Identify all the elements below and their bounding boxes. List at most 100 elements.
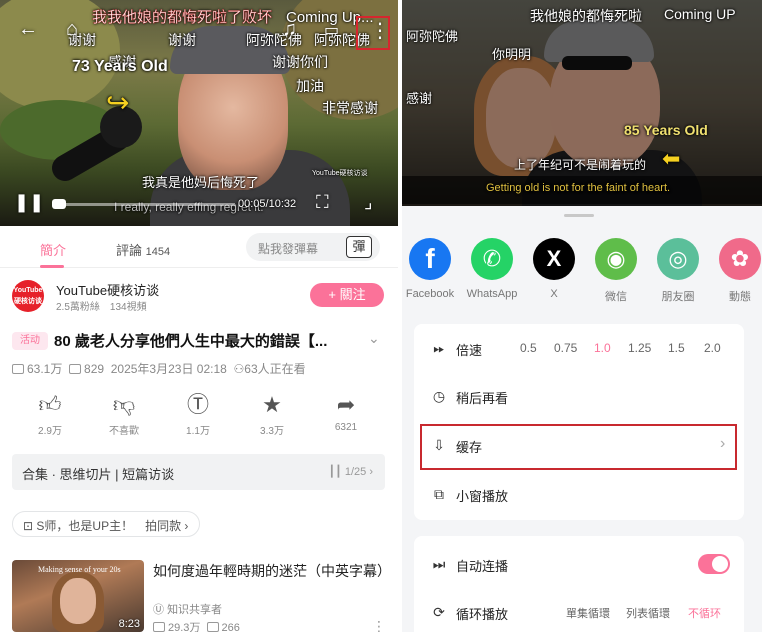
uploader-name[interactable]: YouTube硬核访谈 (56, 280, 159, 299)
collection-bar[interactable]: 合集 · 思维切片 | 短篇访谈 ┃┃ 1/25 › (12, 454, 385, 490)
share-label: 朋友圈 (661, 291, 695, 303)
speed-option[interactable]: 1.25 (628, 341, 651, 355)
share-label: Facebook (405, 288, 455, 300)
highlight-box-cache (420, 424, 737, 470)
share-button[interactable]: ➦ 6321 (316, 392, 376, 433)
recommended-views: 29.3万 (168, 622, 201, 632)
next-icon: ⏭︎ (432, 556, 446, 572)
subtitle-en: Getting old is not for the faint of hear… (486, 182, 671, 194)
share-wechat[interactable]: ◉ 微信 (586, 238, 646, 304)
speed-row: ⏩︎ 倍速 0.5 0.75 1.0 1.25 1.5 2.0 (414, 324, 744, 372)
autoplay-toggle[interactable] (698, 554, 730, 574)
progress-knob[interactable] (52, 199, 66, 209)
recommended-thumbnail[interactable]: Making sense of your 20s 8:23 (12, 560, 144, 632)
share-label: X (550, 288, 558, 300)
video-title: 80 歲老人分享他們人生中最大的錯誤【... (54, 333, 328, 350)
share-x[interactable]: X X (524, 238, 584, 300)
mini-player-row[interactable]: ⧉ 小窗播放 (414, 470, 744, 518)
loop-option[interactable]: 列表循環 (626, 605, 670, 621)
loop-option[interactable]: 單集循環 (566, 605, 610, 621)
share-icon: ➦ (336, 392, 356, 417)
speed-label: 倍速 (456, 343, 483, 358)
like-button[interactable]: 👍︎ 2.9万 (20, 392, 80, 437)
follow-button[interactable]: + 關注 (310, 283, 384, 307)
danmaku-item: 非常感谢 (322, 100, 378, 116)
speed-option[interactable]: 0.75 (554, 341, 577, 355)
arrow-icon: ↪ (106, 87, 130, 118)
share-facebook[interactable]: f Facebook (402, 238, 460, 300)
speed-option[interactable]: 2.0 (704, 341, 721, 355)
tv-cast-icon[interactable]: ▭ (324, 20, 339, 40)
danmaku-item: 加油 (296, 78, 324, 94)
share-whatsapp[interactable]: ✆ WhatsApp (462, 238, 522, 300)
tab-intro[interactable]: 簡介 (40, 240, 66, 259)
coin-button[interactable]: Ⓣ 1.1万 (168, 392, 228, 437)
speed-option[interactable]: 0.5 (520, 341, 537, 355)
danmaku-toggle-button[interactable]: 彈 (346, 236, 372, 258)
arrow-icon: ⬅ (662, 146, 681, 171)
back-icon[interactable]: ← (18, 18, 38, 41)
tab-underline (40, 265, 64, 268)
thumbnail-title: Making sense of your 20s (38, 565, 121, 574)
danmaku-item: 谢谢 (168, 32, 196, 48)
share-label: WhatsApp (466, 288, 518, 300)
tab-comments[interactable]: 評論 1454 (116, 240, 170, 259)
recommended-stats: 29.3万 266 (153, 619, 240, 632)
bars-icon: ┃┃ (328, 466, 342, 478)
sheet-handle[interactable] (564, 214, 594, 217)
video-detail-page: 我我他娘的都悔死啦了败坏 Coming Up... 谢谢 谢谢 阿弥陀佛 阿弥陀… (0, 0, 398, 632)
options-card: ⏩︎ 倍速 0.5 0.75 1.0 1.25 1.5 2.0 ◷ 稍后再看 ⇩… (414, 324, 744, 520)
recommended-title[interactable]: 如何度過年輕時期的迷茫（中英字幕） (153, 561, 391, 581)
watch-later-row[interactable]: ◷ 稍后再看 (414, 372, 744, 420)
tab-comments-label: 評論 (116, 243, 143, 258)
publish-date: 2025年3月23日 02:18 (110, 362, 227, 376)
share-count: 6321 (334, 422, 358, 433)
watch-later-label: 稍后再看 (456, 391, 509, 406)
video-player: 我他娘的都悔死啦 Coming UP 你明明 阿弥陀佛 感谢 85 Years … (402, 0, 762, 206)
video-player[interactable]: 我我他娘的都悔死啦了败坏 Coming Up... 谢谢 谢谢 阿弥陀佛 阿弥陀… (0, 0, 398, 226)
fullscreen-icon[interactable]: ⛶ (316, 192, 329, 213)
watching-count: 63人正在看 (244, 362, 306, 376)
share-dynamic[interactable]: ✿ 動態 (710, 238, 762, 304)
watermark: Coming UP (664, 6, 736, 22)
dislike-button[interactable]: 👎︎ 不喜歡 (94, 392, 154, 437)
rotate-icon[interactable]: ⌟ (364, 192, 372, 213)
activity-badge[interactable]: 活动 (12, 332, 48, 350)
favorite-button[interactable]: ★ 3.3万 (242, 392, 302, 437)
mini-player-label: 小窗播放 (456, 489, 509, 504)
play-count-icon (12, 364, 24, 374)
speed-option[interactable]: 1.5 (668, 341, 685, 355)
home-icon[interactable]: ⌂ (66, 18, 78, 41)
audio-icon[interactable]: ♫ (282, 18, 297, 41)
pause-icon[interactable]: ❚❚ (14, 192, 44, 213)
camera-icon: ⊡ (23, 519, 34, 533)
danmaku-item: 感谢 (406, 91, 433, 106)
play-count-icon (153, 622, 165, 632)
dislike-label: 不喜歡 (109, 426, 139, 437)
promo-chip[interactable]: ⊡ S师，也是UP主！ 拍同款 › (12, 511, 200, 537)
promo-text: S师，也是UP主！ 拍同款 (36, 519, 182, 533)
people-icon: ⚇ (233, 362, 245, 376)
age-label: 73 Years Old (72, 58, 168, 75)
share-moments[interactable]: ◎ 朋友圈 (648, 238, 708, 304)
loop-option-selected[interactable]: 不循环 (688, 605, 721, 621)
views: 63.1万 (27, 362, 63, 376)
moments-icon: ◎ (657, 238, 699, 280)
more-icon[interactable]: ⋮ (372, 618, 386, 632)
video-duration: 8:23 (118, 618, 140, 630)
comment-count: 1454 (145, 246, 171, 258)
chevron-down-icon[interactable]: ⌄ (368, 330, 380, 347)
speed-option-selected[interactable]: 1.0 (594, 341, 611, 355)
fast-forward-icon: ⏩︎ (433, 340, 445, 356)
avatar[interactable]: YouTube 硬核访谈 (12, 280, 44, 312)
uploader-meta: 2.5萬粉絲 134視頻 (56, 302, 147, 313)
age-label: 85 Years Old (624, 122, 708, 138)
facebook-icon: f (409, 238, 451, 280)
progress-bar[interactable] (55, 203, 235, 206)
recommended-danmaku: 266 (221, 622, 240, 632)
thumbs-up-icon: 👍︎ (38, 392, 62, 417)
subtitle-top: 我他娘的都悔死啦 (530, 8, 642, 24)
options-sheet: f Facebook ✆ WhatsApp X X ◉ 微信 ◎ 朋友圈 ✿ 動… (402, 206, 762, 632)
recommended-uploader-name: 知识共享者 (167, 604, 223, 616)
danmaku-count: 829 (84, 362, 105, 376)
